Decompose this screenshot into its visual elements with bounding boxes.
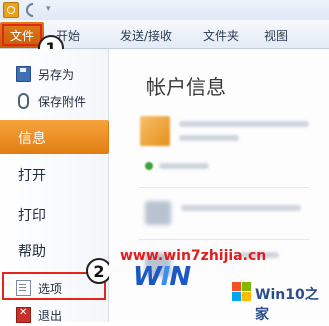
settings-text-blurred (181, 205, 301, 211)
attachment-icon (18, 93, 29, 109)
undo-icon[interactable] (23, 0, 43, 20)
watermark-site: Win10之家 (255, 287, 319, 323)
nav-exit[interactable]: 退出 (0, 304, 108, 326)
divider (139, 187, 309, 188)
nav-save-as[interactable]: 另存为 (0, 63, 108, 85)
account-picture (140, 116, 170, 146)
nav-info[interactable]: 信息 (0, 120, 116, 154)
page-title: 帐户信息 (146, 75, 226, 99)
status-text-blurred (159, 163, 209, 169)
quick-access-toolbar: ▾ (0, 0, 329, 20)
windows-flag-icon (232, 282, 252, 302)
outlook-app-icon[interactable] (3, 2, 19, 18)
nav-save-as-label: 另存为 (38, 68, 75, 82)
account-settings-icon[interactable] (145, 201, 171, 225)
nav-print-label: 打印 (18, 208, 46, 224)
nav-save-attachments-label: 保存附件 (38, 95, 87, 109)
account-type-blurred (179, 135, 239, 141)
nav-open[interactable]: 打开 (0, 157, 108, 191)
nav-open-label: 打开 (18, 168, 46, 184)
watermark-logo: WIN (133, 262, 191, 292)
tab-view[interactable]: 视图 (264, 27, 288, 44)
save-as-icon (16, 66, 31, 82)
tab-send-receive[interactable]: 发送/接收 (120, 27, 172, 44)
status-icon (145, 162, 153, 170)
qat-customize-icon[interactable]: ▾ (46, 4, 51, 14)
divider (139, 239, 309, 240)
nav-print[interactable]: 打印 (0, 197, 108, 231)
tab-folder[interactable]: 文件夹 (203, 27, 239, 44)
nav-save-attachments[interactable]: 保存附件 (0, 90, 108, 112)
nav-help-label: 帮助 (18, 244, 46, 260)
nav-exit-label: 退出 (38, 309, 63, 323)
callout-highlight-file (2, 24, 42, 46)
exit-icon (16, 307, 31, 323)
account-email-blurred (179, 121, 309, 127)
nav-info-label: 信息 (18, 131, 46, 147)
